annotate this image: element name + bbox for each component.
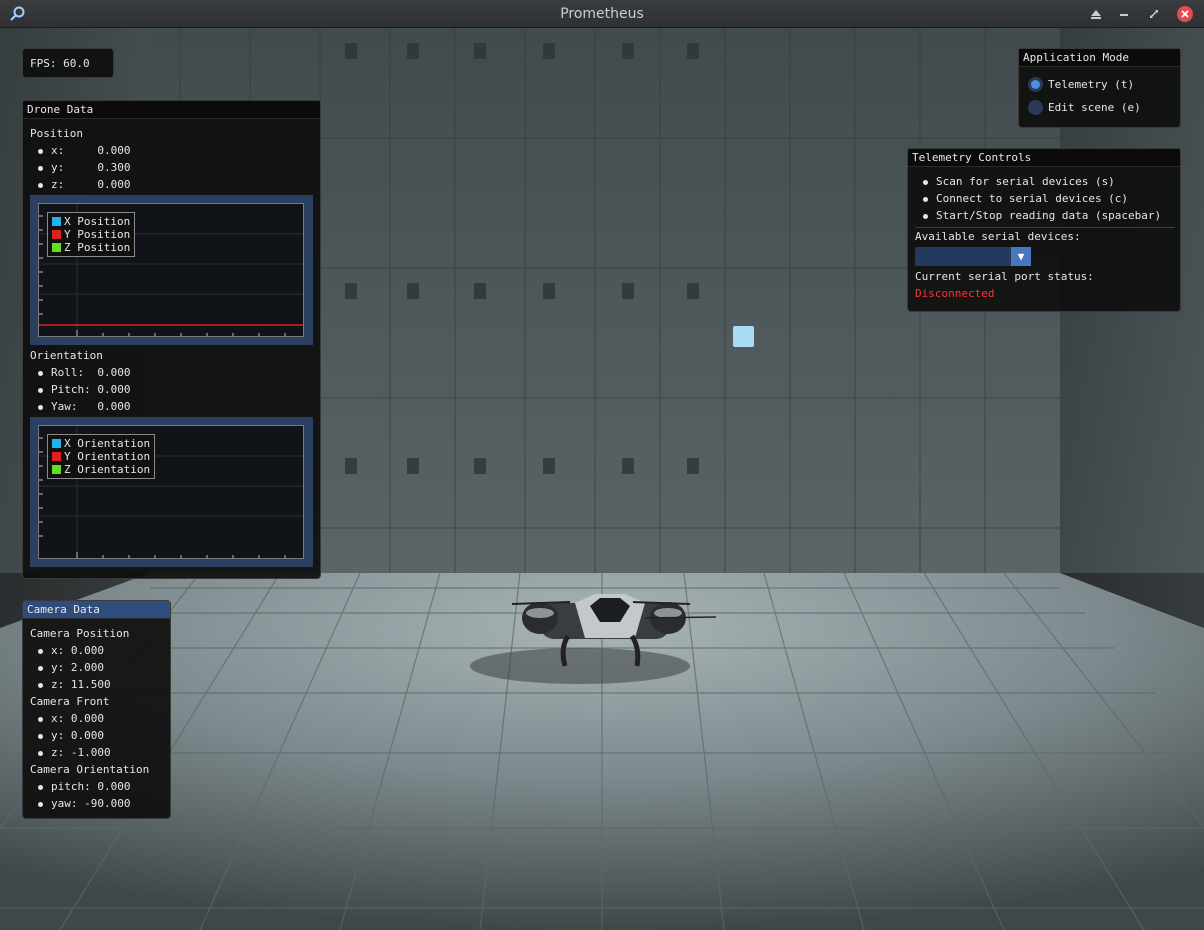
camera-front-x: x: 0.000 xyxy=(51,712,104,725)
bullet-icon xyxy=(38,371,43,376)
telemetry-controls-header[interactable]: Telemetry Controls xyxy=(908,149,1180,167)
scan-devices-item: Scan for serial devices (s) xyxy=(936,175,1115,188)
drone-roll: Roll: 0.000 xyxy=(51,366,131,379)
swatch-icon xyxy=(52,217,61,226)
telemetry-radio[interactable] xyxy=(1028,77,1043,92)
legend-label: Z Position xyxy=(64,241,131,254)
bullet-icon xyxy=(38,802,43,807)
bullet-icon xyxy=(38,166,43,171)
bullet-icon xyxy=(38,717,43,722)
camera-position-y: y: 2.000 xyxy=(51,661,104,674)
camera-position-title: Camera Position xyxy=(30,627,130,640)
window-title: Prometheus xyxy=(560,6,644,22)
serial-devices-dropdown[interactable]: ▼ xyxy=(915,247,1031,266)
camera-data-header[interactable]: Camera Data xyxy=(23,601,170,619)
camera-pitch: pitch: 0.000 xyxy=(51,780,131,793)
application-mode-panel[interactable]: Application Mode Telemetry (t) Edit scen… xyxy=(1018,48,1181,128)
telemetry-controls-panel[interactable]: Telemetry Controls Scan for serial devic… xyxy=(907,148,1181,312)
edit-scene-radio[interactable] xyxy=(1028,100,1043,115)
maximize-icon[interactable] xyxy=(1146,6,1162,22)
camera-yaw: yaw: -90.000 xyxy=(51,797,131,810)
separator xyxy=(915,227,1175,228)
keep-above-icon[interactable] xyxy=(1088,6,1104,22)
position-plot[interactable]: X Position Y Position Z Position xyxy=(30,195,313,345)
camera-orientation-title: Camera Orientation xyxy=(30,763,150,776)
light-cube xyxy=(733,326,754,347)
swatch-icon xyxy=(52,243,61,252)
drone-position-x: x: 0.000 xyxy=(51,144,131,157)
bullet-icon xyxy=(923,197,928,202)
swatch-icon xyxy=(52,439,61,448)
drone-data-panel[interactable]: Drone Data Position x: 0.000 y: 0.300 z:… xyxy=(22,100,321,579)
camera-data-panel[interactable]: Camera Data Camera Position x: 0.000 y: … xyxy=(22,600,171,819)
legend-item[interactable]: Y Position xyxy=(52,228,130,241)
telemetry-mode-label[interactable]: Telemetry (t) xyxy=(1048,78,1134,94)
drone-yaw: Yaw: 0.000 xyxy=(51,400,131,413)
swatch-icon xyxy=(52,465,61,474)
port-status-value: Disconnected xyxy=(915,287,995,300)
legend-label: Z Orientation xyxy=(64,463,151,476)
drone-pitch: Pitch: 0.000 xyxy=(51,383,131,396)
application-mode-header[interactable]: Application Mode xyxy=(1019,49,1180,67)
title-bar: Prometheus xyxy=(0,0,1204,28)
camera-position-x: x: 0.000 xyxy=(51,644,104,657)
start-stop-item: Start/Stop reading data (spacebar) xyxy=(936,209,1162,222)
position-legend[interactable]: X Position Y Position Z Position xyxy=(47,212,136,257)
minimize-icon[interactable] xyxy=(1116,6,1132,22)
legend-item[interactable]: X Position xyxy=(52,215,130,228)
bullet-icon xyxy=(38,683,43,688)
drone-position-y: y: 0.300 xyxy=(51,161,131,174)
bullet-icon xyxy=(38,666,43,671)
port-status-label: Current serial port status: xyxy=(915,270,1094,283)
bullet-icon xyxy=(38,388,43,393)
close-icon[interactable] xyxy=(1177,6,1193,22)
edit-scene-mode-label[interactable]: Edit scene (e) xyxy=(1048,101,1141,117)
legend-item[interactable]: Y Orientation xyxy=(52,450,150,463)
chevron-down-icon[interactable]: ▼ xyxy=(1011,247,1031,266)
bullet-icon xyxy=(38,785,43,790)
legend-item[interactable]: Z Orientation xyxy=(52,463,150,476)
drone-position-z: z: 0.000 xyxy=(51,178,131,191)
fps-label: FPS: 60.0 xyxy=(30,57,90,70)
bullet-icon xyxy=(923,214,928,219)
bullet-icon xyxy=(923,180,928,185)
legend-label: Y Orientation xyxy=(64,450,151,463)
swatch-icon xyxy=(52,230,61,239)
swatch-icon xyxy=(52,452,61,461)
bullet-icon xyxy=(38,734,43,739)
camera-front-y: y: 0.000 xyxy=(51,729,104,742)
orientation-legend[interactable]: X Orientation Y Orientation Z Orientatio… xyxy=(47,434,156,479)
legend-item[interactable]: X Orientation xyxy=(52,437,150,450)
legend-label: X Orientation xyxy=(64,437,151,450)
orientation-title: Orientation xyxy=(30,349,103,362)
bullet-icon xyxy=(38,649,43,654)
camera-front-title: Camera Front xyxy=(30,695,110,708)
bullet-icon xyxy=(38,405,43,410)
bullet-icon xyxy=(38,183,43,188)
legend-item[interactable]: Z Position xyxy=(52,241,130,254)
orientation-plot[interactable]: X Orientation Y Orientation Z Orientatio… xyxy=(30,417,313,567)
camera-front-z: z: -1.000 xyxy=(51,746,111,759)
camera-position-z: z: 11.500 xyxy=(51,678,111,691)
connect-devices-item: Connect to serial devices (c) xyxy=(936,192,1129,205)
drone-data-header[interactable]: Drone Data xyxy=(23,101,320,119)
bullet-icon xyxy=(38,751,43,756)
bullet-icon xyxy=(38,149,43,154)
available-devices-label: Available serial devices: xyxy=(915,230,1081,243)
position-title: Position xyxy=(30,127,83,140)
fps-overlay: FPS: 60.0 xyxy=(22,48,114,78)
legend-label: X Position xyxy=(64,215,131,228)
legend-label: Y Position xyxy=(64,228,131,241)
